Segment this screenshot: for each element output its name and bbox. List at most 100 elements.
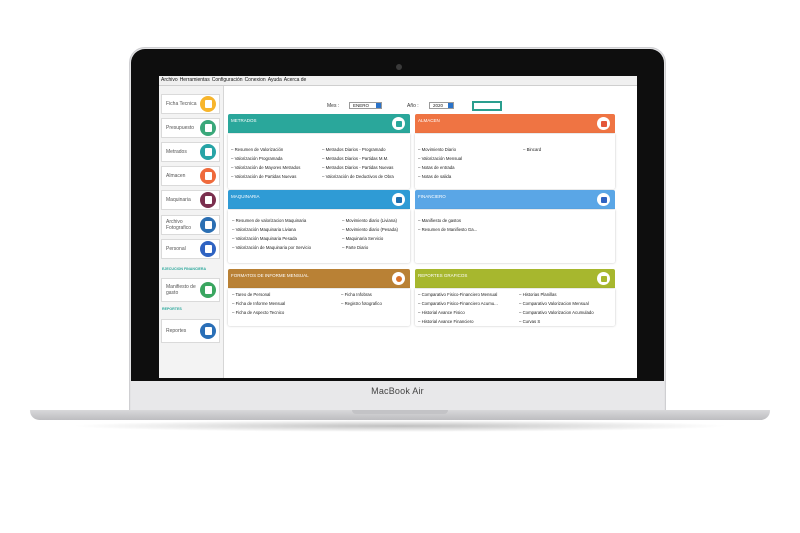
sidebar-item-archivo-fotografico[interactable]: Archivo Fotografico <box>161 215 220 235</box>
menu-conexion[interactable]: Conexion <box>245 77 266 83</box>
link-item[interactable]: – Metrados Diarios - Partidas Nuevas <box>322 165 393 170</box>
link-item[interactable]: – Curvas S <box>519 319 540 324</box>
link-item[interactable]: – Comparativo Fisico-Financiero Mensual <box>418 292 497 297</box>
section-reportes: REPORTES <box>162 307 182 311</box>
panel-body: – Tareo de Personal – Ficha de Informe M… <box>228 289 410 326</box>
receipt-icon <box>200 282 216 298</box>
sidebar-item-reportes[interactable]: Reportes <box>161 319 220 343</box>
menu-configuracion[interactable]: Configuración <box>212 77 243 83</box>
panel-reportes-graficos: REPORTES GRAFICOS – Comparativo Fisico-F… <box>415 269 615 327</box>
link-item[interactable]: – Valorización Maquinaria Pesada <box>232 236 297 241</box>
link-item[interactable]: – Resumen de Valorización <box>231 147 283 152</box>
link-item[interactable]: – Resumen de Manifiesto Ga... <box>418 227 477 232</box>
chevron-down-icon <box>376 103 381 108</box>
link-item[interactable]: – Maquinaria Servicio <box>342 236 383 241</box>
link-item[interactable]: – Metrados Diarios - Programado <box>322 147 386 152</box>
camera-icon <box>396 64 402 70</box>
camera-icon <box>200 217 216 233</box>
panel-title: MAQUINARIA <box>231 194 260 199</box>
menu-acerca-de[interactable]: Acerca de <box>284 77 307 83</box>
accept-button[interactable] <box>472 101 502 111</box>
link-item[interactable]: – Valorización Mensual <box>418 156 462 161</box>
link-item[interactable]: – Valorización de Mayores Metrados <box>231 165 300 170</box>
panel-formatos-informe: FORMATOS DE INFORME MENSUAL – Tareo de P… <box>228 269 410 327</box>
menu-bar: Archivo Herramientas Configuración Conexion… <box>159 76 637 86</box>
sidebar-item-almacen[interactable]: Almacen <box>161 166 220 186</box>
laptop-notch <box>352 410 448 414</box>
menu-archivo[interactable]: Archivo <box>161 77 178 83</box>
anio-label: Año : <box>407 103 419 109</box>
link-item[interactable]: – Valorización Programada <box>231 156 283 161</box>
section-ejecucion-financiera: EJECUCION FINANCIERA <box>162 267 207 271</box>
panel-title: REPORTES GRAFICOS <box>418 273 468 278</box>
link-item[interactable]: – Ficha de Informe Mensual <box>232 301 285 306</box>
link-item[interactable]: – Comparativo Fisico-Financiero Acumu... <box>418 301 498 306</box>
link-item[interactable]: – Ficha Infobras <box>341 292 372 297</box>
link-item[interactable]: – Valorización Maquinaria Liviana <box>232 227 296 232</box>
link-item[interactable]: – Valorización de Deductivos de Obra <box>322 174 394 179</box>
panel-title: FORMATOS DE INFORME MENSUAL <box>231 273 309 278</box>
sidebar-item-personal[interactable]: Personal <box>161 239 220 259</box>
laptop-brand: MacBook Air <box>371 386 424 396</box>
link-item[interactable]: – Manifiesto de gastos <box>418 218 461 223</box>
mes-label: Mes : <box>327 103 340 109</box>
link-item[interactable]: – Historial Avance Fisico <box>418 310 465 315</box>
panel-body: – Resumen de valorizacion Maquinaria – V… <box>228 210 410 263</box>
link-item[interactable]: – Tareo de Personal <box>232 292 270 297</box>
sidebar-item-label: Manifiesto de gasto <box>166 284 196 296</box>
sidebar-item-maquinaria[interactable]: Maquinaria <box>161 190 220 210</box>
panel-header: REPORTES GRAFICOS <box>415 269 615 288</box>
link-item[interactable]: – Movimiento diario (Pesada) <box>342 227 398 232</box>
link-item[interactable]: – Valorización de Partidas Nuevas <box>231 174 296 179</box>
link-item[interactable]: – Movimiento diario (Liviana) <box>342 218 397 223</box>
panel-body: – Manifiesto de gastos – Resumen de Mani… <box>415 210 615 263</box>
link-item[interactable]: – Historias Planillas <box>519 292 557 297</box>
calculator-icon <box>200 120 216 136</box>
link-item[interactable]: – Registro fotografico <box>341 301 382 306</box>
link-item[interactable]: – Resumen de valorizacion Maquinaria <box>232 218 306 223</box>
sidebar-item-label: Ficha Tecnica <box>166 101 197 107</box>
link-item[interactable]: – Metrados Diarios - Partidas M.M. <box>322 156 388 161</box>
chart-icon <box>597 272 610 285</box>
link-item[interactable]: – Valorización de Maquinaria por Servici… <box>232 245 311 250</box>
anio-select[interactable]: 2020 <box>429 102 454 109</box>
panel-almacen: ALMACEN – Movimiento Diario – Valorizaci… <box>415 114 615 190</box>
sidebar-item-ficha-tecnica[interactable]: Ficha Tecnica <box>161 94 220 114</box>
report-icon <box>200 323 216 339</box>
mes-select[interactable]: ENERO <box>349 102 382 109</box>
chevron-down-icon <box>448 103 453 108</box>
link-item[interactable]: – Notas de salida <box>418 174 451 179</box>
truck-icon <box>392 193 405 206</box>
sidebar-item-metrados[interactable]: Metrados <box>161 142 220 162</box>
panel-metrados: METRADOS – Resumen de Valorización – Val… <box>228 114 410 190</box>
panel-header: FORMATOS DE INFORME MENSUAL <box>228 269 410 288</box>
sidebar-item-label: Maquinaria <box>166 197 191 203</box>
link-item[interactable]: – Ficha de Aspecto Tecnico <box>232 310 284 315</box>
panel-header: FINANCIERO <box>415 190 615 209</box>
menu-ayuda[interactable]: Ayuda <box>268 77 282 83</box>
menu-herramientas[interactable]: Herramientas <box>180 77 210 83</box>
person-icon <box>200 241 216 257</box>
sidebar-item-label: Reportes <box>166 328 187 334</box>
person-icon <box>597 193 610 206</box>
app-window: Archivo Herramientas Configuración Conexion… <box>159 76 637 378</box>
warehouse-icon <box>200 168 216 184</box>
link-item[interactable]: – Parte Diario <box>342 245 368 250</box>
sidebar-item-manifiesto[interactable]: Manifiesto de gasto <box>161 278 220 302</box>
link-item[interactable]: – Notas de entrada <box>418 165 455 170</box>
link-item[interactable]: – Bincard <box>523 147 541 152</box>
panel-body: – Comparativo Fisico-Financiero Mensual … <box>415 289 615 326</box>
sidebar-item-label: Presupuesto <box>166 125 195 131</box>
panel-body: – Movimiento Diario – Valorización Mensu… <box>415 134 615 189</box>
mes-value: ENERO <box>353 103 370 108</box>
gear-icon <box>392 272 405 285</box>
link-item[interactable]: – Movimiento Diario <box>418 147 456 152</box>
panel-header: METRADOS <box>228 114 410 133</box>
sidebar-item-presupuesto[interactable]: Presupuesto <box>161 118 220 138</box>
panel-header: MAQUINARIA <box>228 190 410 209</box>
link-item[interactable]: – Comparativo Valorizacion Mensual <box>519 301 589 306</box>
link-item[interactable]: – Comparativo Valorizacion Acumulado <box>519 310 594 315</box>
ruler-icon <box>200 144 216 160</box>
panel-title: ALMACEN <box>418 118 440 123</box>
link-item[interactable]: – Historial Avance Financiero <box>418 319 474 324</box>
